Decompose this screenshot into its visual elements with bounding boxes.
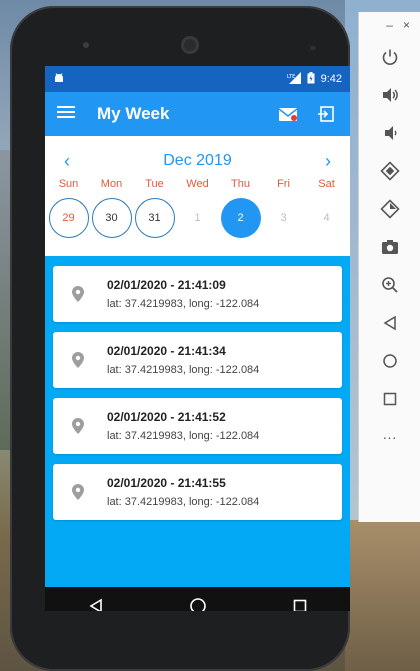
calendar-day[interactable]: 29 (48, 198, 89, 238)
home-icon[interactable] (189, 597, 207, 611)
status-time: 9:42 (320, 73, 342, 85)
entry-coordinates: lat: 37.4219983, long: -122.084 (107, 298, 260, 310)
app-bar: My Week (45, 92, 350, 136)
close-button[interactable]: × (403, 18, 410, 38)
home-icon[interactable] (359, 342, 420, 380)
power-icon[interactable] (359, 38, 420, 76)
location-pin-icon (67, 484, 89, 500)
entry-timestamp: 02/01/2020 - 21:41:09 (107, 278, 226, 292)
list-item[interactable]: 02/01/2020 - 21:41:34 lat: 37.4219983, l… (53, 332, 342, 388)
battery-icon (307, 71, 315, 87)
weekday-label: Wed (186, 178, 209, 190)
location-pin-icon (67, 352, 89, 368)
location-list: 02/01/2020 - 21:41:09 lat: 37.4219983, l… (45, 256, 350, 587)
list-item[interactable]: 02/01/2020 - 21:41:09 lat: 37.4219983, l… (53, 266, 342, 322)
exit-icon[interactable] (314, 102, 338, 126)
calendar-day[interactable]: 1 (178, 198, 218, 238)
entry-timestamp: 02/01/2020 - 21:41:34 (107, 344, 226, 358)
volume-up-icon[interactable] (359, 76, 420, 114)
week-calendar: ‹ Dec 2019 › Sun Mon Tue Wed Thu Fri Sat… (45, 136, 350, 256)
weekday-label: Fri (277, 178, 290, 190)
app-title: My Week (97, 104, 170, 123)
calendar-day-selected[interactable]: 2 (220, 198, 261, 238)
weekday-row: Sun Mon Tue Wed Thu Fri Sat (45, 178, 350, 194)
calendar-day[interactable]: 30 (91, 198, 132, 238)
prev-month-button[interactable]: ‹ (57, 151, 77, 172)
camera-icon[interactable] (359, 228, 420, 266)
entry-coordinates: lat: 37.4219983, long: -122.084 (107, 364, 260, 376)
front-camera (181, 36, 199, 54)
entry-timestamp: 02/01/2020 - 21:41:52 (107, 410, 226, 424)
status-bar: LTE 9:42 (45, 66, 350, 92)
desktop-background-ground (345, 520, 420, 671)
rotate-right-icon[interactable] (359, 190, 420, 228)
entry-coordinates: lat: 37.4219983, long: -122.084 (107, 496, 260, 508)
weekday-label: Sun (58, 178, 79, 190)
overview-icon[interactable] (359, 380, 420, 418)
days-row: 29 30 31 1 2 3 4 (45, 198, 350, 238)
list-item[interactable]: 02/01/2020 - 21:41:55 lat: 37.4219983, l… (53, 464, 342, 520)
system-nav-bar (45, 587, 350, 611)
month-header: ‹ Dec 2019 › (45, 144, 350, 178)
mail-icon[interactable] (276, 102, 300, 126)
recents-icon[interactable] (293, 599, 307, 611)
location-pin-icon (67, 418, 89, 434)
weekday-label: Thu (231, 178, 250, 190)
location-pin-icon (67, 286, 89, 302)
window-controls: – × (359, 12, 420, 38)
rotate-left-icon[interactable] (359, 152, 420, 190)
emulator-toolbar: – × ··· (358, 12, 420, 522)
device-screen: LTE 9:42 My Week ‹ Dec 2019 › Sun Mon Tu… (45, 66, 350, 611)
hamburger-icon[interactable] (57, 105, 75, 124)
android-icon (53, 72, 65, 87)
entry-timestamp: 02/01/2020 - 21:41:55 (107, 476, 226, 490)
volume-down-icon[interactable] (359, 114, 420, 152)
front-sensor (83, 42, 89, 48)
weekday-label: Tue (145, 178, 164, 190)
svg-text:LTE: LTE (287, 74, 295, 80)
more-icon[interactable]: ··· (359, 418, 420, 456)
next-month-button[interactable]: › (318, 151, 338, 172)
month-title: Dec 2019 (163, 152, 232, 169)
weekday-label: Sat (318, 178, 335, 190)
lte-signal-icon: LTE (287, 71, 301, 87)
proximity-sensor (310, 46, 316, 50)
zoom-icon[interactable] (359, 266, 420, 304)
weekday-label: Mon (100, 178, 123, 190)
list-item[interactable]: 02/01/2020 - 21:41:52 lat: 37.4219983, l… (53, 398, 342, 454)
calendar-day[interactable]: 4 (307, 198, 347, 238)
calendar-day[interactable]: 31 (134, 198, 175, 238)
phone-frame: LTE 9:42 My Week ‹ Dec 2019 › Sun Mon Tu… (10, 6, 350, 671)
calendar-day[interactable]: 3 (264, 198, 304, 238)
back-icon[interactable] (88, 598, 104, 611)
back-icon[interactable] (359, 304, 420, 342)
entry-coordinates: lat: 37.4219983, long: -122.084 (107, 430, 260, 442)
minimize-button[interactable]: – (386, 18, 393, 38)
